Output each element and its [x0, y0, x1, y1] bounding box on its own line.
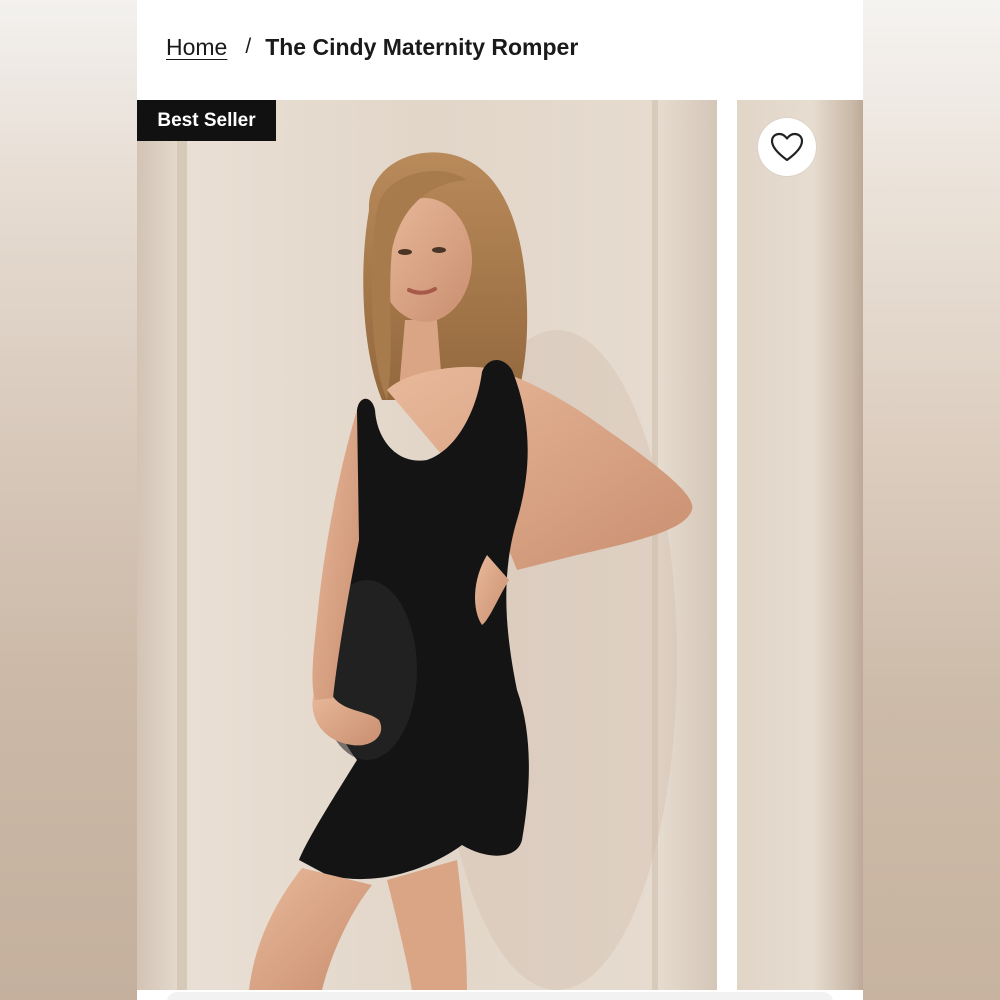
blurred-backdrop-right: [863, 0, 1000, 1000]
product-main-image[interactable]: [137, 100, 717, 990]
product-secondary-image[interactable]: [737, 100, 863, 990]
breadcrumb-home-link[interactable]: Home: [166, 34, 227, 61]
breadcrumb-current-page: The Cindy Maternity Romper: [265, 33, 579, 60]
product-page: Home / The Cindy Maternity Romper Best S…: [137, 0, 863, 1000]
blurred-backdrop-left: [0, 0, 137, 1000]
best-seller-badge: Best Seller: [137, 100, 276, 141]
model-photo-illustration: [137, 100, 717, 990]
wishlist-button[interactable]: [758, 118, 816, 176]
breadcrumb: Home / The Cindy Maternity Romper: [166, 30, 578, 64]
breadcrumb-separator: /: [245, 35, 252, 58]
heart-outline-icon: [770, 132, 804, 162]
bottom-bar: [167, 992, 833, 1000]
